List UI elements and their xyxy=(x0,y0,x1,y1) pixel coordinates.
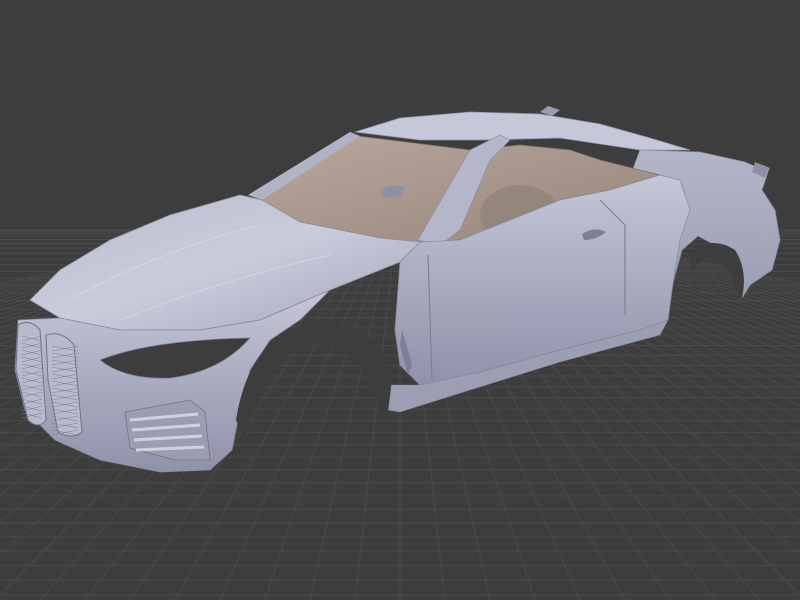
3d-viewport[interactable] xyxy=(0,0,800,600)
